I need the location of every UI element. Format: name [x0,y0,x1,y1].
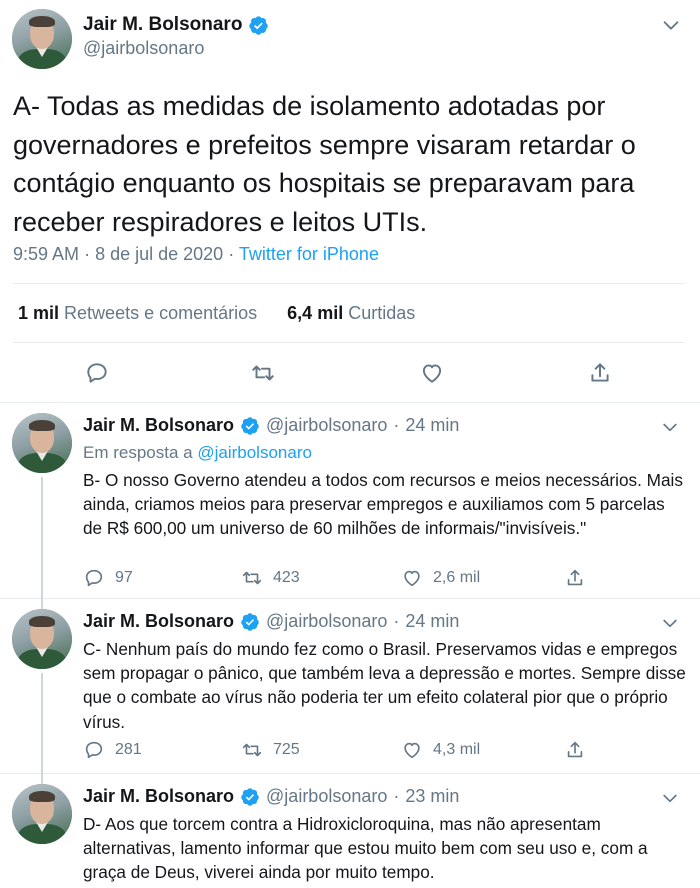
tweet-text: D- Aos que torcem contra a Hidroxicloroq… [83,814,648,883]
verified-badge-icon [249,15,269,35]
reply-icon[interactable] [84,360,110,386]
tweet-time[interactable]: 23 min [405,786,459,807]
retweet-icon[interactable] [250,360,276,386]
reply-to-handle[interactable]: @jairbolsonaro [197,443,312,462]
author-handle[interactable]: @jairbolsonaro [266,415,387,436]
reply-count: 281 [115,741,142,758]
tweet-text: A- Todas as medidas de isolamento adotad… [13,91,636,237]
verified-badge-icon [241,787,259,806]
retweet-count: 423 [273,569,300,586]
reply-action[interactable]: 281 [83,739,142,761]
reply-tweet[interactable]: Jair M. Bolsonaro @jairbolsonaro · 24 mi… [0,599,700,774]
verified-badge-icon [241,612,259,631]
thread-line [41,477,43,599]
tweet-time[interactable]: 24 min [405,611,459,632]
reply-action[interactable]: 97 [83,567,133,589]
retweets-label: Retweets e comentários [64,303,258,323]
share-icon[interactable] [564,567,586,589]
tweet-actions [0,360,700,388]
author-name-row[interactable]: Jair M. Bolsonaro [83,14,269,36]
chevron-down-icon[interactable] [660,613,680,633]
like-action[interactable]: 4,3 mil [401,739,480,761]
tweet-meta: 9:59 AM · 8 de jul de 2020 · Twitter for… [13,244,379,265]
likes-stat[interactable]: 6,4 mil Curtidas [287,303,415,323]
reply-to: Em resposta a @jairbolsonaro [83,443,312,463]
like-action[interactable]: 2,6 mil [401,567,480,589]
retweet-count: 725 [273,741,300,758]
retweet-icon[interactable] [241,567,263,589]
share-action[interactable] [564,567,586,589]
chevron-down-icon[interactable] [660,788,680,808]
meta-separator: · [393,415,400,435]
retweets-stat[interactable]: 1 mil Retweets e comentários [18,303,262,323]
tweet-time[interactable]: 9:59 AM [13,244,79,264]
reply-to-label: Em resposta a [83,443,193,462]
chevron-down-icon[interactable] [660,14,682,36]
share-icon[interactable] [564,739,586,761]
heart-icon[interactable] [401,739,423,761]
tweet-date[interactable]: 8 de jul de 2020 [95,244,223,264]
reply-icon[interactable] [83,567,105,589]
reply-header: Jair M. Bolsonaro @jairbolsonaro · 24 mi… [83,611,459,632]
meta-separator: · [84,244,91,264]
reply-tweet[interactable]: Jair M. Bolsonaro @jairbolsonaro · 23 mi… [0,774,700,888]
tweet-actions: 97 423 2,6 mil [83,567,603,589]
divider [13,283,685,284]
reply-header: Jair M. Bolsonaro @jairbolsonaro · 23 mi… [83,786,459,807]
chevron-down-icon[interactable] [660,417,680,437]
heart-icon[interactable] [419,360,445,386]
retweets-count: 1 mil [18,303,60,323]
reply-icon[interactable] [83,739,105,761]
like-count: 4,3 mil [433,741,481,758]
share-action[interactable] [564,739,586,761]
author-handle[interactable]: @jairbolsonaro [266,786,387,807]
reply-header: Jair M. Bolsonaro @jairbolsonaro · 24 mi… [83,415,459,436]
meta-separator: · [393,786,400,806]
heart-icon[interactable] [401,567,423,589]
author-name[interactable]: Jair M. Bolsonaro [83,786,234,807]
divider [13,342,685,343]
retweet-icon[interactable] [241,739,263,761]
thread-line [41,599,43,609]
share-icon[interactable] [587,360,613,386]
like-count: 2,6 mil [433,569,481,586]
tweet-source-link[interactable]: Twitter for iPhone [239,244,379,264]
tweet-text: B- O nosso Governo atendeu a todos com r… [83,470,683,539]
engagement-stats: 1 mil Retweets e comentários 6,4 mil Cur… [18,303,415,324]
likes-label: Curtidas [348,303,416,323]
author-handle[interactable]: @jairbolsonaro [83,38,204,59]
author-name[interactable]: Jair M. Bolsonaro [83,14,242,36]
retweet-action[interactable]: 725 [241,739,300,761]
thread-line [41,774,43,784]
likes-count: 6,4 mil [287,303,344,323]
avatar[interactable] [12,784,72,844]
thread-line [41,673,43,774]
meta-separator: · [228,244,235,264]
avatar[interactable] [12,9,72,69]
avatar[interactable] [12,609,72,669]
reply-count: 97 [115,569,133,586]
avatar[interactable] [12,413,72,473]
meta-separator: · [393,611,400,631]
reply-tweet[interactable]: Jair M. Bolsonaro @jairbolsonaro · 24 mi… [0,403,700,599]
author-name[interactable]: Jair M. Bolsonaro [83,611,234,632]
author-name[interactable]: Jair M. Bolsonaro [83,415,234,436]
retweet-action[interactable]: 423 [241,567,300,589]
tweet-actions: 281 725 4,3 mil [83,739,603,761]
verified-badge-icon [241,416,259,435]
author-handle[interactable]: @jairbolsonaro [266,611,387,632]
tweet-text: C- Nenhum país do mundo fez como o Brasi… [83,639,686,732]
tweet-time[interactable]: 24 min [405,415,459,436]
main-tweet: Jair M. Bolsonaro @jairbolsonaro A- Toda… [0,0,700,403]
